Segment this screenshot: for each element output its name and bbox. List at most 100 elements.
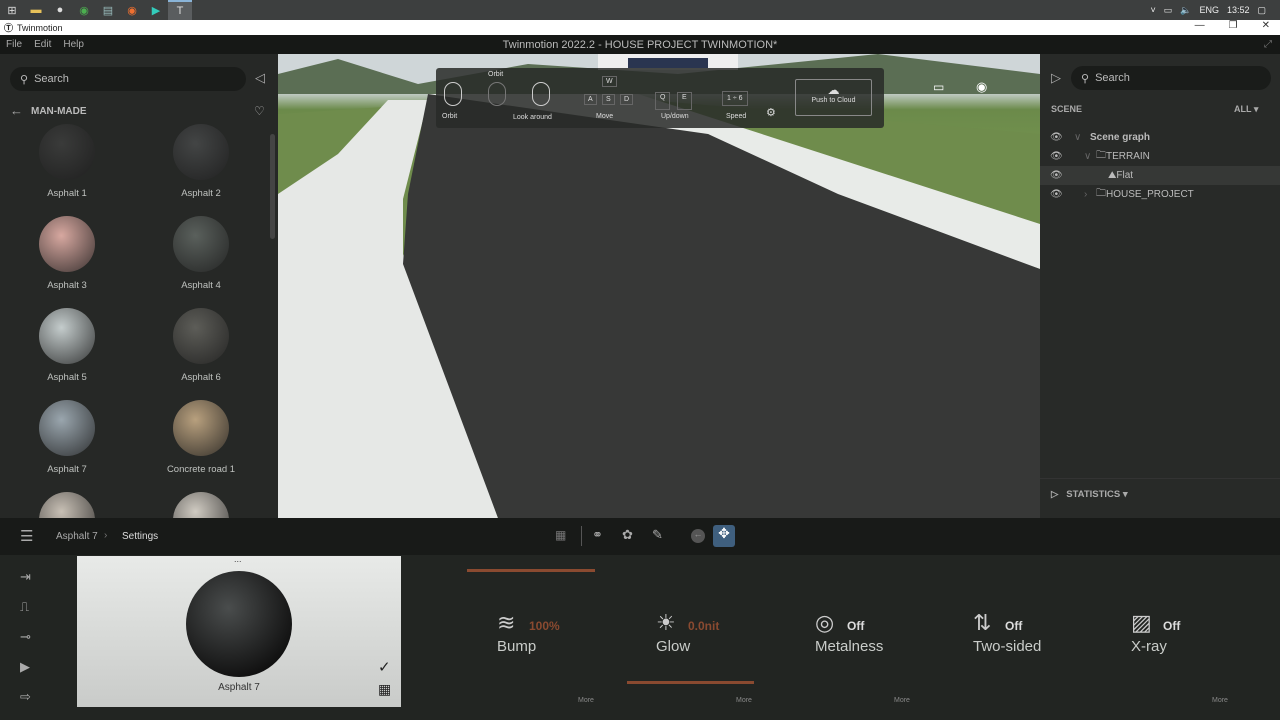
camera-frame-icon[interactable]: ▭: [933, 80, 944, 94]
key-q: Q: [655, 92, 671, 110]
menu-file[interactable]: File: [0, 39, 28, 50]
media-icon[interactable]: ▶: [20, 659, 30, 675]
scrollbar[interactable]: [270, 134, 275, 239]
eye-icon[interactable]: 👁: [1050, 189, 1084, 200]
material-item[interactable]: Concrete road 1: [141, 400, 261, 475]
breadcrumb-parent[interactable]: Asphalt 7: [56, 531, 98, 542]
taskbar: ⊞ ▬ ● ◉ ▤ ◉ ▶ T ˅ ▭ 🔈 ENG 13:52 ▢: [0, 0, 1280, 20]
texture-grid-icon[interactable]: ▦: [555, 528, 566, 542]
settings-toolbar: ☰ Asphalt 7 › Settings ▦ ⚭ ✿ ✎ ← ✥: [0, 518, 1280, 555]
mesh-icon: ⛰: [1108, 170, 1117, 181]
firefox-icon[interactable]: ◉: [120, 0, 144, 20]
tree-item-terrain[interactable]: 👁 ∨ 🗀 TERRAIN: [1040, 147, 1280, 166]
material-item[interactable]: Asphalt 2: [141, 124, 261, 199]
statistics-label: STATISTICS: [1066, 489, 1121, 500]
menu-edit[interactable]: Edit: [28, 39, 57, 50]
material-picker-icon[interactable]: ⚭: [592, 527, 603, 543]
material-label: Asphalt 1: [47, 188, 87, 199]
hamburger-menu-icon[interactable]: ☰: [20, 527, 33, 545]
more-link[interactable]: More: [736, 697, 752, 704]
notepad-icon[interactable]: ▤: [96, 0, 120, 20]
expand-panel-icon[interactable]: ▷: [1051, 70, 1061, 86]
look-around-label: Look around: [513, 114, 552, 121]
tree-item-scene-graph[interactable]: 👁 ∨ Scene graph: [1040, 128, 1280, 147]
material-item[interactable]: [141, 492, 261, 518]
glow-slider[interactable]: [627, 681, 754, 684]
material-item[interactable]: Asphalt 1: [7, 124, 127, 199]
material-sphere: [173, 124, 229, 180]
chevron-up-icon[interactable]: ˅: [1150, 5, 1155, 15]
notifications-icon[interactable]: ▢: [1257, 5, 1266, 16]
menu-bar: File Edit Help Twinmotion 2022.2 - HOUSE…: [0, 35, 1280, 54]
visibility-eye-icon[interactable]: ◉: [976, 79, 987, 95]
fullscreen-icon[interactable]: ⤢: [1264, 39, 1272, 50]
curve-icon[interactable]: ⎍: [20, 599, 29, 615]
collapse-panel-icon[interactable]: ◁: [255, 70, 265, 86]
navigation-hud: Orbit Orbit Look around W A S D Move Q E…: [436, 68, 884, 128]
material-label: Concrete road 1: [166, 464, 236, 475]
settings-gear-icon[interactable]: ⚙: [766, 106, 776, 119]
scene-search[interactable]: ⚲ Search: [1071, 66, 1271, 90]
windows-start-icon[interactable]: ⊞: [0, 0, 24, 20]
tree-item-house-project[interactable]: 👁 › 🗀 HOUSE_PROJECT: [1040, 185, 1280, 204]
grid-icon[interactable]: ▦: [378, 681, 391, 698]
import-icon[interactable]: ⇥: [20, 569, 31, 585]
export-icon[interactable]: ⇨: [20, 689, 31, 705]
more-link[interactable]: More: [578, 697, 594, 704]
slider-icon[interactable]: ⊸: [20, 629, 31, 645]
material-item[interactable]: Asphalt 7: [7, 400, 127, 475]
material-item[interactable]: Asphalt 6: [141, 308, 261, 383]
property-glow[interactable]: ☀ 0.0nit Glow: [656, 610, 719, 655]
clock[interactable]: 13:52: [1227, 5, 1250, 15]
property-metalness[interactable]: ◎ Off Metalness: [815, 610, 883, 655]
menu-help[interactable]: Help: [57, 39, 90, 50]
material-item[interactable]: [7, 492, 127, 518]
title-bar: Ⓣ Twinmotion — ❐ ✕: [0, 20, 1280, 35]
pattern-icon[interactable]: ✿: [622, 527, 633, 543]
language-indicator[interactable]: ENG: [1199, 5, 1219, 15]
more-link[interactable]: More: [894, 697, 910, 704]
app-icon[interactable]: ●: [48, 0, 72, 20]
property-two-sided[interactable]: ⇅ Off Two-sided: [973, 610, 1041, 655]
close-button[interactable]: ✕: [1262, 20, 1270, 31]
material-item[interactable]: Asphalt 4: [141, 216, 261, 291]
property-x-ray[interactable]: ▨ Off X-ray: [1131, 610, 1180, 655]
file-explorer-icon[interactable]: ▬: [24, 0, 48, 20]
preview-options[interactable]: ...: [234, 554, 242, 564]
checkmark-icon[interactable]: ✓: [378, 658, 391, 676]
maximize-button[interactable]: ❐: [1229, 20, 1238, 31]
eye-icon[interactable]: 👁: [1050, 170, 1108, 181]
property-bump[interactable]: ≋ 100% Bump: [497, 610, 560, 655]
eye-icon[interactable]: 👁: [1050, 132, 1074, 143]
volume-icon[interactable]: 🔈: [1180, 5, 1191, 16]
property-value: Off: [1163, 619, 1181, 633]
back-icon[interactable]: ←: [691, 529, 705, 543]
more-link[interactable]: More: [1212, 697, 1228, 704]
property-value: Off: [847, 619, 865, 633]
chrome-icon[interactable]: ◉: [72, 0, 96, 20]
preview-sphere: [186, 571, 292, 677]
media-app-icon[interactable]: ▶: [144, 0, 168, 20]
statistics-toggle[interactable]: ▷ STATISTICS ▾: [1040, 478, 1280, 510]
filter-dropdown[interactable]: ALL ▾: [1234, 104, 1258, 115]
twinmotion-taskbar-icon[interactable]: T: [168, 0, 192, 20]
folder-icon: 🗀: [1096, 150, 1106, 161]
material-settings-panel: ⇥ ⎍ ⊸ ▶ ⇨ ... Asphalt 7 ✓ ▦: [0, 554, 1280, 720]
move-tool-icon[interactable]: ✥: [713, 525, 735, 547]
material-item[interactable]: Asphalt 5: [7, 308, 127, 383]
favorite-heart-icon[interactable]: ♡: [254, 104, 265, 118]
minimize-button[interactable]: —: [1195, 20, 1205, 31]
network-icon[interactable]: ▭: [1164, 5, 1173, 16]
eye-icon[interactable]: 👁: [1050, 151, 1084, 162]
property-value: Off: [1005, 619, 1023, 633]
property-label: Metalness: [815, 638, 884, 655]
bump-slider[interactable]: [467, 569, 595, 572]
push-to-cloud-button[interactable]: ☁ Push to Cloud: [795, 79, 872, 116]
tree-item-flat[interactable]: 👁 ⛰ Flat: [1040, 166, 1280, 185]
eyedropper-icon[interactable]: ✎: [652, 527, 663, 543]
key-d: D: [620, 94, 634, 105]
material-label: Asphalt 3: [47, 280, 87, 291]
material-item[interactable]: Asphalt 3: [7, 216, 127, 291]
library-search[interactable]: ⚲ Search: [10, 67, 246, 91]
back-arrow-icon[interactable]: ←: [10, 103, 23, 118]
